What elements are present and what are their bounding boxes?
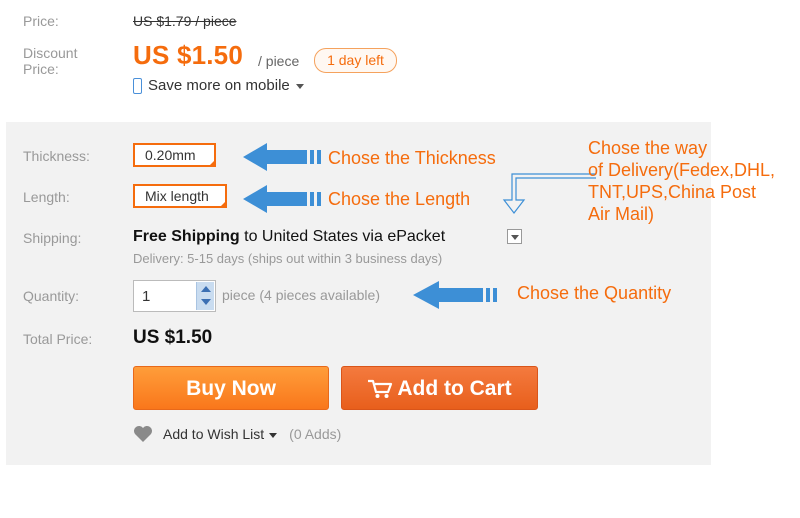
total-price-label: Total Price: <box>23 331 93 347</box>
discount-label-line1: Discount <box>23 45 78 61</box>
add-to-cart-button[interactable]: Add to Cart <box>341 366 538 410</box>
quantity-input[interactable]: 1 <box>142 288 150 305</box>
stepper-icon[interactable] <box>196 282 214 310</box>
discount-price-label: Discount Price: <box>23 45 77 77</box>
shipping-dropdown[interactable] <box>507 229 522 244</box>
annotation-delivery-line1: Chose the way <box>588 138 708 158</box>
wishlist-adds-count: (0 Adds) <box>289 426 342 442</box>
arrow-down-icon <box>502 173 596 214</box>
annotation-length: Chose the Length <box>328 189 471 209</box>
chevron-down-icon <box>295 84 304 89</box>
price-unit: / piece <box>258 53 300 69</box>
wishlist-label: Add to Wish List <box>163 426 265 442</box>
arrow-left-icon <box>243 143 321 171</box>
phone-icon <box>133 78 142 94</box>
annotation-quantity: Chose the Quantity <box>517 283 672 303</box>
save-on-mobile-text: Save more on mobile <box>148 77 290 94</box>
cart-icon <box>368 379 393 398</box>
delivery-time: Delivery: 5-15 days (ships out within 3 … <box>133 251 443 266</box>
shipping-info: Free Shipping to United States via ePack… <box>133 228 445 246</box>
shipping-method: Free Shipping <box>133 228 240 245</box>
total-price: US $1.50 <box>133 327 213 348</box>
save-on-mobile-link[interactable]: Save more on mobile <box>133 77 304 94</box>
shipping-destination: United States via ePacket <box>261 228 446 245</box>
decrement-icon[interactable] <box>201 299 211 305</box>
thickness-option-value: 0.20mm <box>145 147 196 163</box>
annotation-delivery-line4: Air Mail) <box>588 204 654 224</box>
thickness-label: Thickness: <box>23 148 90 164</box>
discount-label-line2: Price: <box>23 61 59 77</box>
annotation-delivery-line3: TNT,UPS,China Post <box>588 182 757 202</box>
buy-now-button[interactable]: Buy Now <box>133 366 329 410</box>
price-label: Price: <box>23 13 59 29</box>
original-price: US $1.79 / piece <box>133 13 237 29</box>
length-option[interactable]: Mix length <box>133 184 227 208</box>
quantity-label: Quantity: <box>23 288 80 304</box>
annotation-thickness: Chose the Thickness <box>328 148 496 168</box>
arrow-left-icon <box>413 281 497 309</box>
add-to-wishlist-link[interactable]: Add to Wish List (0 Adds) <box>133 425 341 443</box>
length-option-value: Mix length <box>145 188 209 204</box>
length-label: Length: <box>23 189 70 205</box>
time-left-badge: 1 day left <box>314 48 397 73</box>
annotation-delivery: Chose the way of Delivery(Fedex,DHL, TNT… <box>588 137 775 225</box>
thickness-option[interactable]: 0.20mm <box>133 143 216 167</box>
buy-now-label: Buy Now <box>186 377 276 400</box>
shipping-to: to <box>244 228 258 245</box>
arrow-left-icon <box>243 185 321 213</box>
chevron-down-icon <box>269 432 278 438</box>
annotation-delivery-line2: of Delivery(Fedex,DHL, <box>588 160 776 180</box>
quantity-available: piece (4 pieces available) <box>222 287 380 303</box>
shipping-label: Shipping: <box>23 230 82 246</box>
discount-price: US $1.50 <box>133 40 244 70</box>
add-to-cart-label: Add to Cart <box>397 377 512 400</box>
quantity-stepper[interactable]: 1 <box>133 280 216 312</box>
increment-icon[interactable] <box>201 286 211 292</box>
heart-icon <box>134 426 152 442</box>
